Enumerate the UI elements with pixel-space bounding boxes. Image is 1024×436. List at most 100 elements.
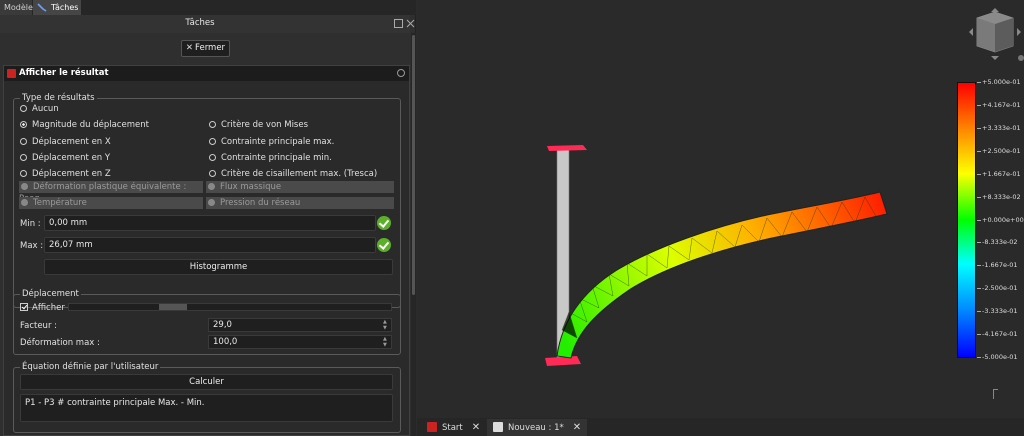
equation-textarea[interactable]: P1 - P3 # contrainte principale Max. - M… <box>20 394 393 422</box>
legend-tick-label: -2.500e-01 <box>977 284 1018 293</box>
displacement-group-label: Déplacement <box>20 289 81 299</box>
document-icon <box>493 422 503 432</box>
fem-model-svg <box>545 8 1024 366</box>
radio-von-mises-label: Critère de von Mises <box>221 120 309 130</box>
close-icon[interactable]: ✕ <box>472 419 480 436</box>
radio-network-pressure: Pression du réseau <box>206 197 394 209</box>
radio-peeq: Déformation plastique équivalente : Peeq <box>19 181 203 204</box>
radio-dot <box>20 138 27 145</box>
checkbox-checked <box>20 303 28 311</box>
legend-tick-label: +1.667e-01 <box>977 169 1021 178</box>
axis-indicator <box>993 389 998 399</box>
check-icon <box>377 216 391 230</box>
radio-max-principal[interactable]: Contrainte principale max. <box>209 137 334 147</box>
result-type-group-label: Type de résultats <box>20 93 97 103</box>
nav-cube-icon[interactable] <box>969 8 1024 61</box>
close-icon[interactable]: ✕ <box>573 419 581 436</box>
tab-document[interactable]: Nouveau : 1* ✕ <box>487 419 588 436</box>
tasks-icon <box>37 3 47 12</box>
radio-tresca-label: Critère de cisaillement max. (Tresca) <box>221 169 378 179</box>
radio-dot <box>209 170 216 177</box>
tab-tasks[interactable]: Tâches <box>33 0 81 15</box>
legend-tick-label: +8.333e-02 <box>977 192 1021 201</box>
panel-tabbar: Modèle Tâches <box>0 0 416 15</box>
legend-tick-label: +2.500e-01 <box>977 146 1021 155</box>
factor-value: 29,0 <box>213 320 232 330</box>
legend-tick-label: -4.167e-01 <box>977 330 1018 339</box>
radio-min-principal[interactable]: Contrainte principale min. <box>209 153 332 163</box>
legend-tick-label: -5.000e-01 <box>977 353 1018 361</box>
radio-displacement-magnitude[interactable]: Magnitude du déplacement <box>20 120 149 130</box>
radio-tresca[interactable]: Critère de cisaillement max. (Tresca) <box>209 169 377 179</box>
max-deformation-spinbox[interactable]: 100,0 ▲ ▼ <box>208 335 392 349</box>
3d-viewport[interactable] <box>417 0 1024 418</box>
result-header[interactable]: Afficher le résultat <box>4 66 409 81</box>
spin-down-icon[interactable]: ▼ <box>383 325 389 331</box>
radio-dot-disabled <box>208 183 215 190</box>
tab-tasks-label: Tâches <box>51 3 79 12</box>
radio-dot <box>20 170 27 177</box>
close-icon: ✕ <box>185 43 194 53</box>
radio-displacement-x[interactable]: Déplacement en X <box>20 137 111 147</box>
scrollbar-thumb[interactable] <box>412 35 415 295</box>
radio-dot-selected <box>20 121 27 128</box>
radio-dot <box>20 105 27 112</box>
radio-displacement-y[interactable]: Déplacement en Y <box>20 153 110 163</box>
compute-button[interactable]: Calculer <box>20 374 393 390</box>
tab-start-label: Start <box>442 423 463 433</box>
legend-tick-label: +0.000e+00 <box>977 215 1024 224</box>
deformed-beam <box>556 191 888 359</box>
radio-none-label: Aucun <box>32 104 59 114</box>
radio-dot <box>209 154 216 161</box>
radio-von-mises[interactable]: Critère de von Mises <box>209 120 308 130</box>
factor-spinbox[interactable]: 29,0 ▲ ▼ <box>208 318 392 332</box>
show-label: Afficher <box>32 303 65 313</box>
radio-displacement-z[interactable]: Déplacement en Z <box>20 169 111 179</box>
radio-none[interactable]: Aucun <box>20 104 59 114</box>
close-icon <box>406 19 415 28</box>
radio-temperature-label: Température <box>33 198 87 208</box>
document-tabbar: Start ✕ Nouveau : 1* ✕ <box>417 418 1024 436</box>
radio-dot-disabled <box>21 183 28 190</box>
spin-down-icon[interactable]: ▼ <box>383 342 389 348</box>
legend-tick-label: -1.667e-01 <box>977 261 1018 270</box>
color-legend-bar <box>957 82 976 358</box>
max-label: Max : <box>20 241 44 251</box>
close-button-label: Fermer <box>195 43 226 53</box>
show-displacement-checkbox[interactable]: Afficher <box>20 303 65 313</box>
radio-min-principal-label: Contrainte principale min. <box>221 153 332 163</box>
radio-temperature: Température <box>19 197 203 209</box>
float-button[interactable] <box>394 19 403 28</box>
panel-scrollbar[interactable] <box>411 33 416 436</box>
radio-dot-disabled <box>21 199 28 206</box>
tab-document-label: Nouveau : 1* <box>508 423 564 433</box>
histogram-button[interactable]: Histogramme <box>44 259 393 275</box>
factor-label: Facteur : <box>20 321 58 331</box>
radio-dot <box>20 154 27 161</box>
freecad-logo-icon <box>7 69 16 78</box>
close-button[interactable]: ✕ Fermer <box>181 40 230 57</box>
slider-handle[interactable] <box>159 304 187 310</box>
radio-network-pressure-label: Pression du réseau <box>220 198 301 208</box>
legend-tick-label: -8.333e-02 <box>977 238 1018 247</box>
radio-mass-flow-label: Flux massique <box>220 182 282 192</box>
result-section: Afficher le résultat Type de résultats A… <box>3 65 410 436</box>
radio-dot <box>209 121 216 128</box>
legend-tick-label: -3.333e-01 <box>977 307 1018 316</box>
max-deformation-label: Déformation max : <box>20 338 100 348</box>
close-panel-button[interactable] <box>406 19 415 28</box>
task-panel: Modèle Tâches Tâches ✕ Fermer Afficher le… <box>0 0 416 436</box>
tab-start[interactable]: Start ✕ <box>427 419 480 436</box>
max-value-field[interactable]: 26,07 mm <box>44 237 376 253</box>
panel-title: Tâches <box>185 18 215 28</box>
tab-model[interactable]: Modèle <box>0 0 33 15</box>
radio-disp-x-label: Déplacement en X <box>32 137 111 147</box>
radio-disp-y-label: Déplacement en Y <box>32 153 111 163</box>
min-value-field[interactable]: 0,00 mm <box>44 215 376 231</box>
displacement-slider[interactable] <box>68 303 392 311</box>
collapse-icon[interactable] <box>397 69 405 77</box>
bottom-fixed-constraint <box>545 356 581 366</box>
legend-tick-label: +4.167e-01 <box>977 100 1021 109</box>
result-title: Afficher le résultat <box>19 68 109 78</box>
radio-mass-flow: Flux massique <box>206 181 394 193</box>
